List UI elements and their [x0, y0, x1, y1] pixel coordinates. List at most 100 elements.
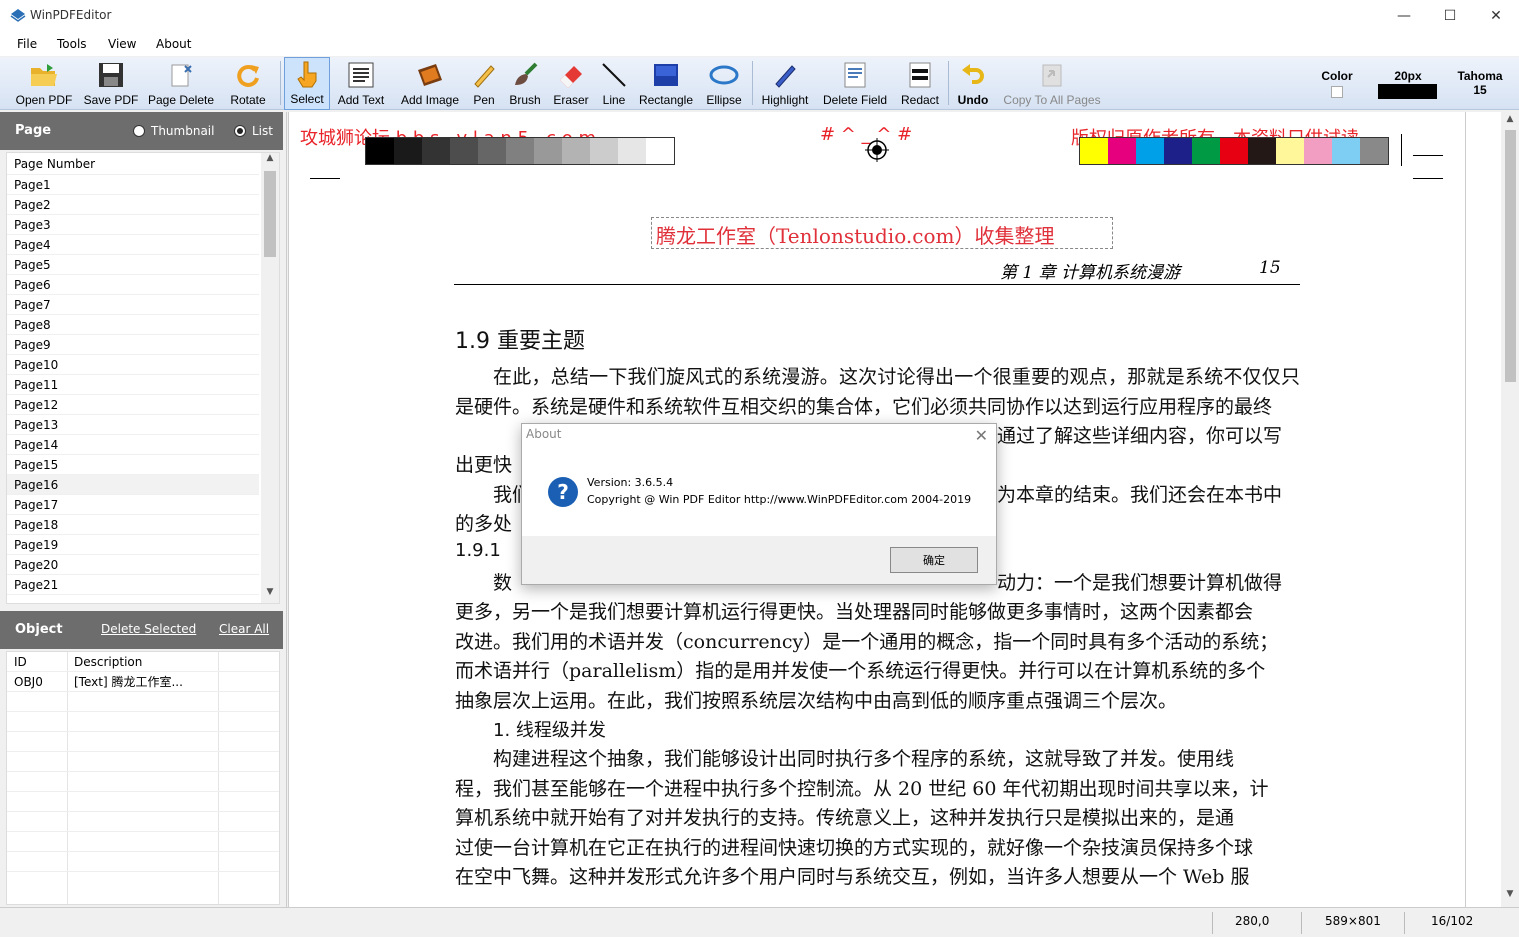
menu-tools[interactable]: Tools [57, 37, 87, 51]
page-list-item[interactable]: Page6 [7, 275, 259, 295]
empty-row [7, 812, 279, 832]
subheading-thread-concurrency: 1. 线程级并发 [493, 720, 606, 741]
page-delete-button[interactable]: Page Delete [142, 57, 220, 110]
page-list-item[interactable]: Page4 [7, 235, 259, 255]
ellipse-tool-button[interactable]: Ellipse [700, 57, 748, 110]
open-pdf-button[interactable]: Open PDF [8, 57, 80, 110]
page-list-item[interactable]: Page1 [7, 175, 259, 195]
highlight-tool-button[interactable]: Highlight [756, 57, 814, 110]
close-button[interactable]: ✕ [1473, 0, 1519, 32]
save-pdf-button[interactable]: Save PDF [80, 57, 142, 110]
toolbar: Open PDF Save PDF Page Delete Rotate Sel… [0, 57, 1519, 110]
text-line: 算机系统中就开始有了对并发执行的支持。传统意义上，这种并发执行只是模拟出来的，是… [455, 807, 1235, 829]
page-list-item[interactable]: Page13 [7, 415, 259, 435]
scroll-up-icon[interactable]: ▲ [1501, 114, 1519, 130]
page-list-item[interactable]: Page3 [7, 215, 259, 235]
eraser-tool-button[interactable]: Eraser [548, 57, 594, 110]
calibration-swatch [590, 138, 618, 164]
minimize-button[interactable]: — [1381, 0, 1427, 32]
page-list-item[interactable]: Page8 [7, 315, 259, 335]
calibration-swatch [1164, 138, 1192, 164]
object-list: ID Description OBJ0 [Text] 腾龙工作室... [6, 651, 280, 905]
rotate-icon [233, 60, 263, 90]
color-property[interactable]: Color [1318, 69, 1356, 98]
menu-about[interactable]: About [156, 37, 191, 51]
title-bar: WinPDFEditor — ☐ ✕ [0, 0, 1519, 32]
color-swatch [1331, 86, 1343, 98]
document-scrollbar[interactable]: ▲ ▼ [1501, 112, 1519, 907]
thumbnail-radio[interactable]: Thumbnail [133, 124, 214, 138]
maximize-button[interactable]: ☐ [1427, 0, 1473, 32]
page-list-item[interactable]: Page7 [7, 295, 259, 315]
add-text-button[interactable]: Add Text [332, 57, 390, 110]
page-list-item[interactable]: Page18 [7, 515, 259, 535]
menu-view[interactable]: View [108, 37, 136, 51]
page-right-edge [1465, 112, 1466, 907]
text-line: 而术语并行（parallelism）指的是用并发使一个系统运行得更快。并行可以在… [455, 660, 1266, 682]
select-tool-button[interactable]: Select [284, 57, 330, 110]
page-size: 589×801 [1325, 914, 1381, 928]
calibration-swatch [1220, 138, 1248, 164]
page-list-item[interactable]: Page17 [7, 495, 259, 515]
page-list-item[interactable]: Page12 [7, 395, 259, 415]
scroll-thumb[interactable] [1505, 130, 1516, 382]
redact-button[interactable]: Redact [896, 57, 944, 110]
page-list-item[interactable]: Page9 [7, 335, 259, 355]
page-list-item[interactable]: Page10 [7, 355, 259, 375]
page-list-item[interactable]: Page20 [7, 555, 259, 575]
status-bar: 280,0 589×801 16/102 [0, 907, 1519, 937]
list-radio[interactable]: List [234, 124, 273, 138]
text-box-icon [346, 60, 376, 90]
rectangle-tool-button[interactable]: Rectangle [634, 57, 698, 110]
eraser-icon [556, 60, 586, 90]
ellipse-icon [709, 60, 739, 90]
ok-button[interactable]: 确定 [890, 547, 978, 573]
menu-file[interactable]: File [17, 37, 37, 51]
page-list-item[interactable]: Page19 [7, 535, 259, 555]
copy-to-all-pages-button[interactable]: Copy To All Pages [996, 57, 1108, 110]
scroll-up-icon[interactable]: ▲ [261, 153, 279, 169]
page-list-item[interactable]: Page21 [7, 575, 259, 595]
page-list-item[interactable]: Page16 [7, 475, 259, 495]
pen-tool-button[interactable]: Pen [466, 57, 502, 110]
scroll-thumb[interactable] [264, 171, 276, 257]
page-list-item[interactable]: Page5 [7, 255, 259, 275]
page-number-header: 15 [1259, 258, 1281, 278]
page-list: Page Number Page1 Page2 Page3 Page4 Page5 Pag… [6, 152, 280, 604]
pencil-icon [469, 60, 499, 90]
calibration-swatch [1192, 138, 1220, 164]
highlighter-icon [770, 60, 800, 90]
close-icon[interactable]: ✕ [975, 426, 988, 445]
font-property[interactable]: Tahoma 15 [1452, 69, 1508, 97]
add-image-button[interactable]: Add Image [394, 57, 466, 110]
text-line: 程，我们甚至能够在一个进程中执行多个控制流。从 20 世纪 60 年代初期出现时… [455, 777, 1269, 800]
crop-mark [1413, 155, 1443, 156]
calibration-swatch [1332, 138, 1360, 164]
undo-button[interactable]: Undo [952, 57, 994, 110]
status-separator [1212, 912, 1213, 934]
copy-pages-icon [1037, 60, 1067, 90]
page-list-scrollbar[interactable]: ▲ ▼ [261, 153, 279, 603]
calibration-swatch [1276, 138, 1304, 164]
scroll-down-icon[interactable]: ▼ [261, 587, 279, 603]
cursor-coords: 280,0 [1235, 914, 1270, 928]
page-list-item[interactable]: Page14 [7, 435, 259, 455]
delete-field-button[interactable]: Delete Field [816, 57, 894, 110]
clear-all-link[interactable]: Clear All [219, 622, 269, 636]
object-row[interactable]: OBJ0 [Text] 腾龙工作室... [7, 672, 279, 692]
page-list-item[interactable]: Page15 [7, 455, 259, 475]
empty-row [7, 832, 279, 852]
line-tool-button[interactable]: Line [596, 57, 632, 110]
radio-dot [234, 125, 246, 137]
text-line: 在空中飞舞。这种并发形式允许多个用户同时与系统交互，例如，当许多人想要从一个 W… [455, 866, 1250, 888]
scroll-down-icon[interactable]: ▼ [1501, 889, 1519, 905]
brush-tool-button[interactable]: Brush [504, 57, 546, 110]
page-list-item[interactable]: Page11 [7, 375, 259, 395]
text-line: 改进。我们用的术语并发（concurrency）是一个通用的概念，指一个同时具有… [455, 630, 1279, 653]
delete-selected-link[interactable]: Delete Selected [101, 622, 196, 636]
text-object-selection[interactable]: 腾龙工作室（Tenlonstudio.com）收集整理 [651, 217, 1113, 249]
calibration-swatch [1080, 138, 1108, 164]
rotate-button[interactable]: Rotate [220, 57, 276, 110]
line-size-property[interactable]: 20px [1378, 69, 1438, 99]
page-list-item[interactable]: Page2 [7, 195, 259, 215]
